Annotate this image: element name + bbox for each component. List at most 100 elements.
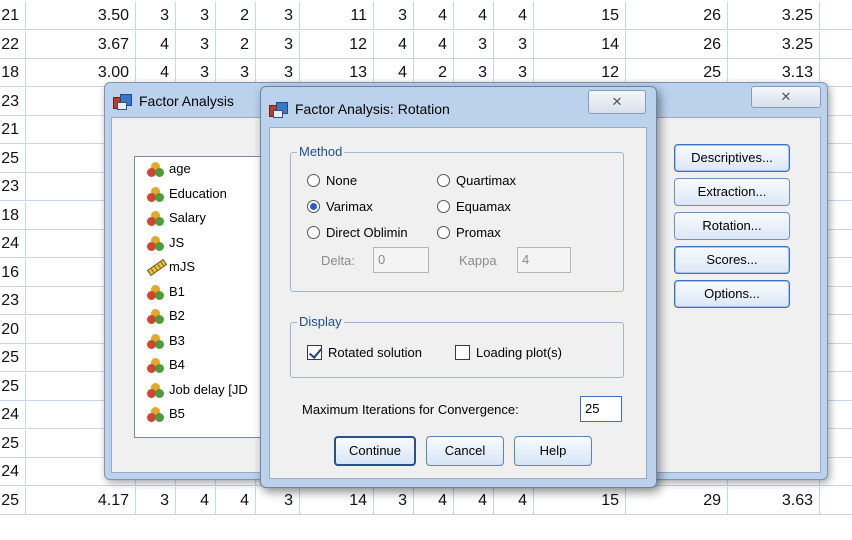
table-cell[interactable]: 14: [534, 30, 626, 59]
table-cell[interactable]: 4: [454, 486, 494, 515]
table-cell[interactable]: 15: [534, 486, 626, 515]
delta-input[interactable]: 0: [373, 247, 429, 273]
table-cell[interactable]: 26: [626, 30, 728, 59]
table-cell[interactable]: 16: [0, 258, 26, 287]
table-cell[interactable]: 3.67: [26, 30, 136, 59]
table-cell[interactable]: 25: [0, 486, 26, 515]
radio-equamax-indicator[interactable]: [437, 200, 450, 213]
table-cell[interactable]: 24: [0, 230, 26, 258]
table-cell[interactable]: 3.50: [26, 2, 136, 30]
table-cell[interactable]: 12: [300, 30, 374, 59]
rotation-button[interactable]: Rotation...: [674, 212, 790, 240]
radio-direct-oblimin-label: Direct Oblimin: [326, 225, 408, 240]
table-cell[interactable]: 4: [454, 2, 494, 30]
table-cell[interactable]: 25: [0, 144, 26, 173]
close-button[interactable]: ✕: [751, 86, 821, 108]
table-cell[interactable]: 4: [216, 486, 256, 515]
nominal-variable-icon: [147, 407, 165, 422]
table-cell[interactable]: 14: [300, 486, 374, 515]
kappa-input[interactable]: 4: [517, 247, 571, 273]
radio-equamax[interactable]: Equamax: [437, 197, 511, 217]
table-cell[interactable]: 2: [216, 2, 256, 30]
table-cell[interactable]: 4: [494, 486, 534, 515]
table-cell[interactable]: 3: [176, 2, 216, 30]
table-cell[interactable]: 23: [0, 173, 26, 201]
variable-label: B3: [169, 332, 185, 348]
radio-direct-oblimin-indicator[interactable]: [307, 226, 320, 239]
table-cell[interactable]: 4: [176, 486, 216, 515]
table-cell[interactable]: 22: [0, 30, 26, 59]
nominal-variable-icon: [147, 382, 165, 398]
table-cell[interactable]: 3: [374, 486, 414, 515]
radio-none-label: None: [326, 173, 358, 188]
rotation-dialog: Factor Analysis: Rotation ✕ Method None …: [260, 86, 657, 488]
table-cell[interactable]: 21: [0, 2, 26, 30]
table-cell[interactable]: 3: [176, 30, 216, 59]
table-cell[interactable]: 15: [534, 2, 626, 30]
table-cell[interactable]: 4: [494, 2, 534, 30]
table-cell[interactable]: 18: [0, 201, 26, 230]
extraction-button[interactable]: Extraction...: [674, 178, 790, 206]
table-cell[interactable]: 3.25: [728, 2, 820, 30]
table-cell[interactable]: 29: [626, 486, 728, 515]
table-cell[interactable]: 4: [414, 486, 454, 515]
table-cell[interactable]: 3: [256, 30, 300, 59]
table-cell[interactable]: 4: [374, 30, 414, 59]
table-cell[interactable]: 18: [0, 59, 26, 87]
help-button[interactable]: Help: [514, 436, 592, 466]
continue-button[interactable]: Continue: [334, 436, 416, 466]
descriptives-button[interactable]: Descriptives...: [674, 144, 790, 172]
table-cell[interactable]: 25: [0, 372, 26, 401]
radio-none[interactable]: None: [307, 171, 357, 191]
table-cell[interactable]: 4.17: [26, 486, 136, 515]
table-cell[interactable]: 4: [136, 30, 176, 59]
radio-promax-label: Promax: [456, 225, 501, 240]
radio-quartimax-indicator[interactable]: [437, 174, 450, 187]
radio-promax[interactable]: Promax: [437, 223, 501, 243]
table-cell[interactable]: 4: [414, 2, 454, 30]
radio-varimax[interactable]: Varimax: [307, 197, 373, 217]
table-cell[interactable]: 21: [0, 116, 26, 144]
table-cell[interactable]: 3.63: [728, 486, 820, 515]
variable-label: B2: [169, 308, 185, 323]
table-cell[interactable]: 20: [0, 315, 26, 344]
variable-label: B4: [169, 357, 185, 372]
table-cell[interactable]: 24: [0, 458, 26, 486]
radio-varimax-indicator[interactable]: [307, 200, 320, 213]
table-cell[interactable]: 3: [374, 2, 414, 30]
scores-button[interactable]: Scores...: [674, 246, 790, 274]
radio-promax-indicator[interactable]: [437, 226, 450, 239]
table-cell[interactable]: 11: [300, 2, 374, 30]
table-cell[interactable]: 3: [136, 2, 176, 30]
method-group: Method None Varimax Direct Oblimin Quart…: [290, 144, 624, 292]
rotated-solution-check-indicator[interactable]: [307, 345, 322, 360]
radio-equamax-label: Equamax: [456, 199, 511, 214]
rotation-close-button[interactable]: ✕: [588, 90, 646, 114]
table-cell[interactable]: 3: [454, 30, 494, 59]
radio-direct-oblimin[interactable]: Direct Oblimin: [307, 223, 408, 243]
table-cell[interactable]: 2: [216, 30, 256, 59]
table-cell[interactable]: 3: [256, 2, 300, 30]
table-cell[interactable]: 25: [0, 429, 26, 458]
rotated-solution-checkbox[interactable]: Rotated solution: [307, 343, 422, 363]
max-iterations-input[interactable]: 25: [580, 396, 622, 422]
table-cell[interactable]: 4: [414, 30, 454, 59]
table-cell[interactable]: 3: [136, 486, 176, 515]
table-cell[interactable]: 24: [0, 401, 26, 429]
table-cell[interactable]: 23: [0, 87, 26, 116]
radio-none-indicator[interactable]: [307, 174, 320, 187]
loading-plots-checkbox[interactable]: Loading plot(s): [455, 343, 562, 363]
kappa-label: Kappa: [459, 253, 497, 268]
table-cell[interactable]: 3: [256, 486, 300, 515]
loading-plots-check-indicator[interactable]: [455, 345, 470, 360]
table-cell[interactable]: 3.25: [728, 30, 820, 59]
table-cell[interactable]: 25: [0, 344, 26, 372]
table-cell[interactable]: 3: [494, 30, 534, 59]
table-cell[interactable]: 23: [0, 287, 26, 315]
max-iterations-label: Maximum Iterations for Convergence:: [302, 402, 519, 417]
options-button[interactable]: Options...: [674, 280, 790, 308]
radio-quartimax[interactable]: Quartimax: [437, 171, 516, 191]
table-cell[interactable]: 26: [626, 2, 728, 30]
table-row: 25 4.17 3 4 4 3 14 3 4 4 4 15 29 3.63: [0, 486, 852, 515]
cancel-button[interactable]: Cancel: [426, 436, 504, 466]
